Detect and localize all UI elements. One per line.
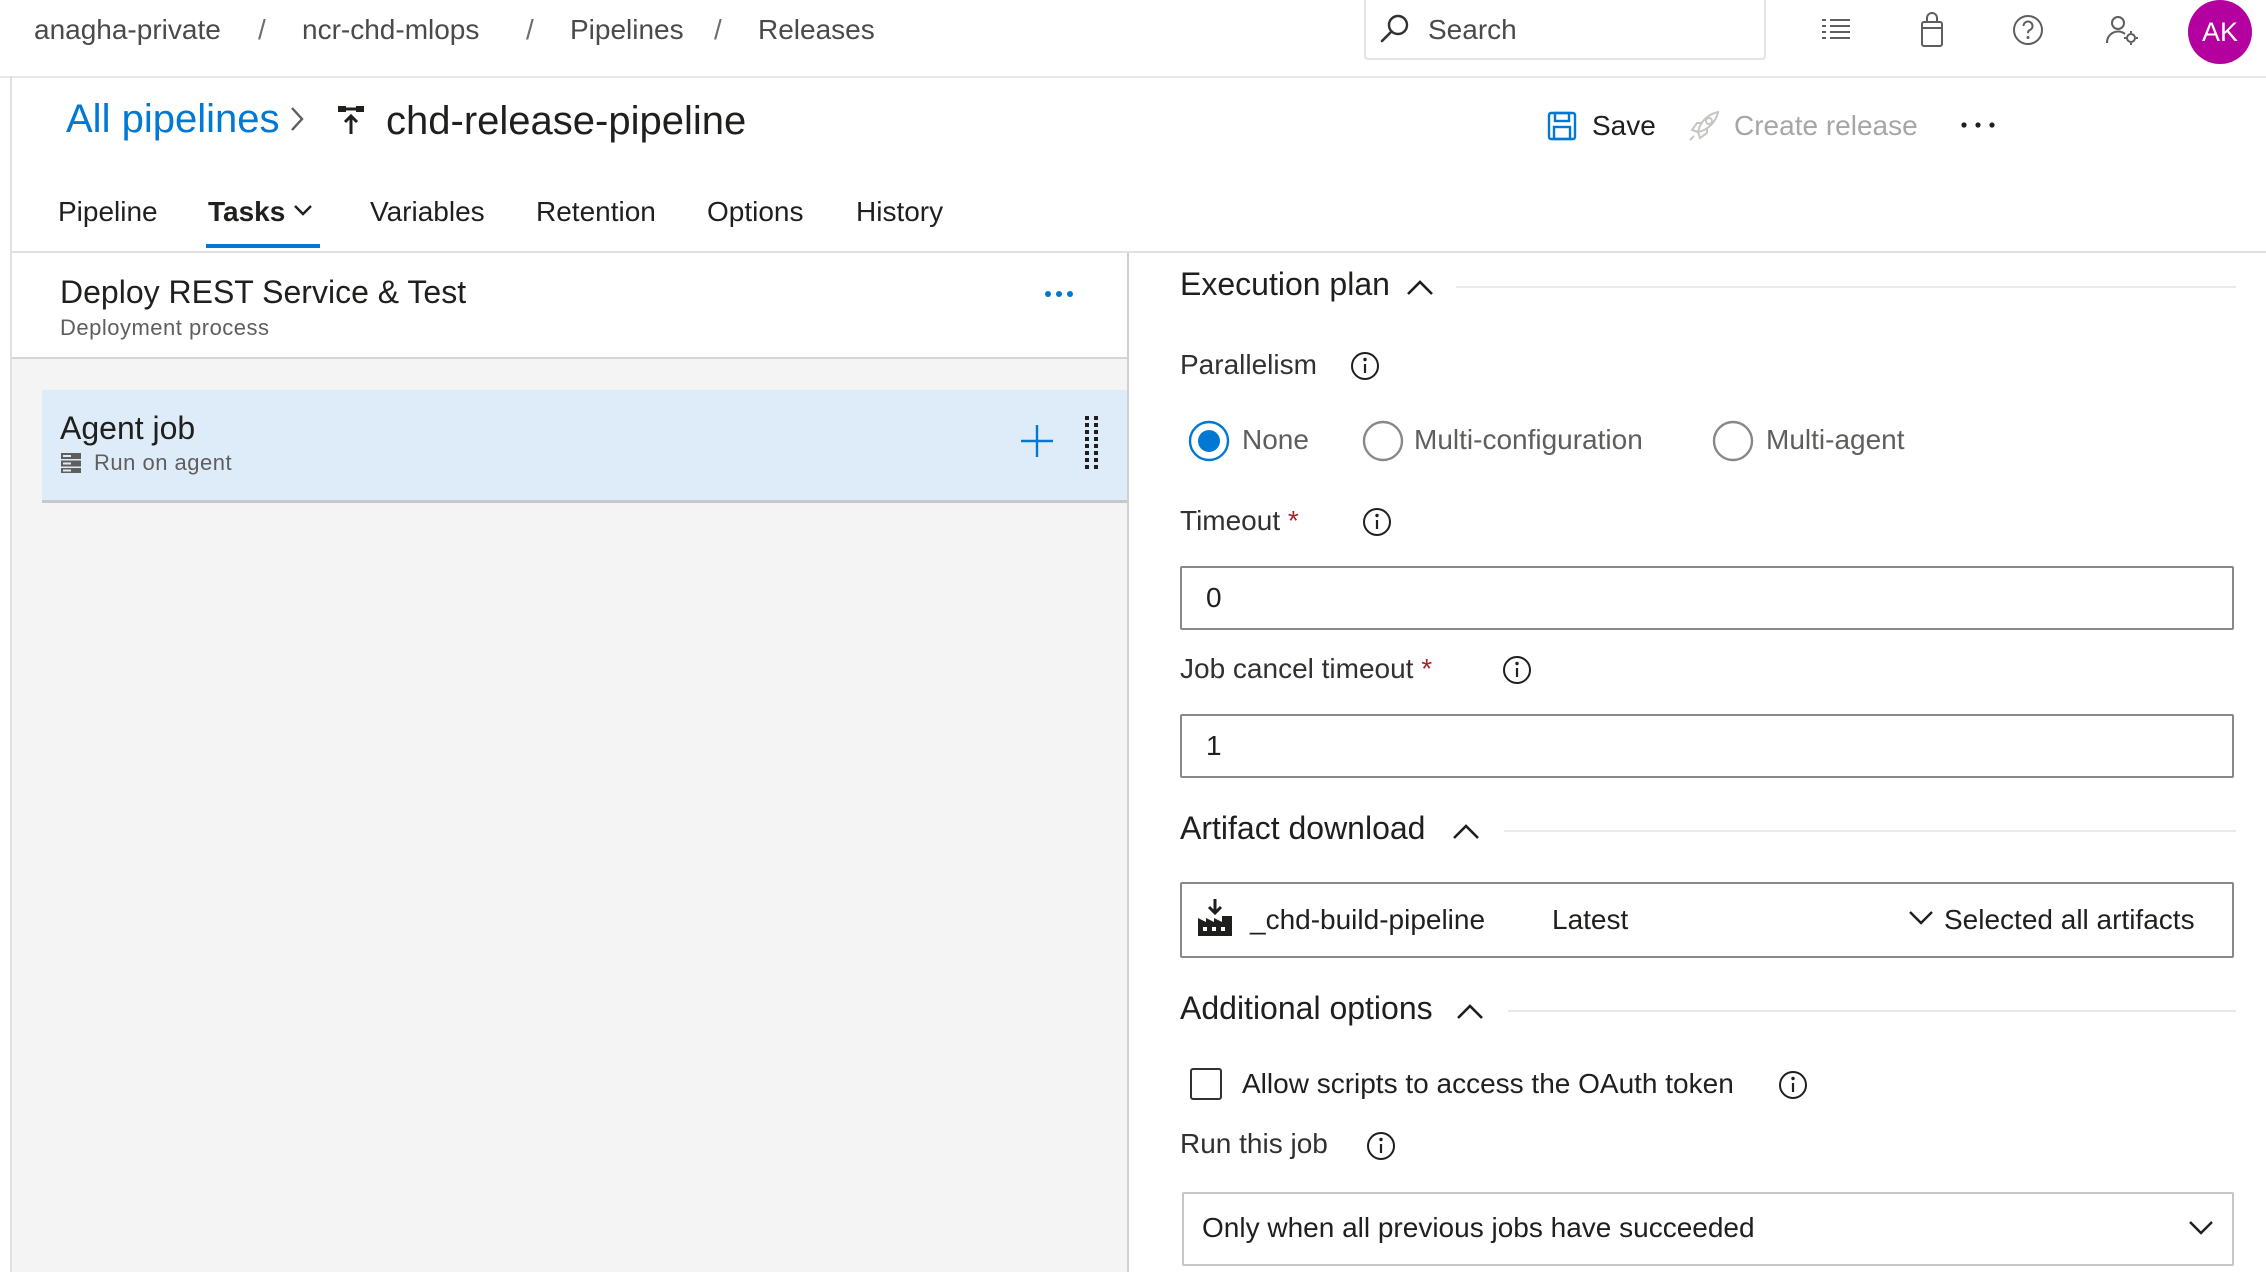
breadcrumb-separator: / (714, 14, 722, 45)
tab-pipeline[interactable]: Pipeline (58, 194, 158, 230)
cancel-timeout-label: Job cancel timeout * (1180, 651, 1432, 687)
more-actions-icon[interactable] (1958, 110, 1998, 140)
breadcrumb-separator: / (526, 14, 534, 45)
chevron-right-icon (286, 104, 308, 134)
rocket-icon (1686, 108, 1722, 144)
chevron-up-icon[interactable] (1406, 278, 1434, 296)
oauth-label[interactable]: Allow scripts to access the OAuth token (1242, 1066, 1734, 1102)
add-task-icon[interactable] (1020, 424, 1054, 458)
help-icon[interactable] (2010, 12, 2046, 48)
section-divider (1508, 1010, 2236, 1012)
job-subtitle: Run on agent (94, 450, 233, 475)
radio-multi-agent-label[interactable]: Multi-agent (1766, 422, 1905, 458)
execution-plan-title: Execution plan (1180, 266, 1390, 302)
section-divider (1504, 830, 2236, 832)
tab-tasks[interactable]: Tasks (208, 194, 285, 230)
work-items-icon[interactable] (1818, 12, 1854, 48)
stage-subtitle: Deployment process (60, 315, 270, 340)
artifact-download-title: Artifact download (1180, 810, 1426, 846)
oauth-checkbox[interactable] (1190, 1068, 1222, 1100)
tab-options[interactable]: Options (707, 194, 804, 230)
info-icon[interactable] (1350, 351, 1380, 381)
stage-title[interactable]: Deploy REST Service & Test (60, 272, 466, 312)
tab-history[interactable]: History (856, 194, 943, 230)
additional-options-title: Additional options (1180, 990, 1433, 1026)
stage-more-icon[interactable] (1044, 288, 1074, 300)
agent-job-card[interactable] (42, 390, 1127, 503)
user-avatar[interactable]: AK (2188, 0, 2252, 64)
drag-handle-icon[interactable] (1083, 416, 1101, 472)
breadcrumb-org[interactable]: anagha-private (34, 12, 221, 48)
build-artifact-icon (1196, 898, 1234, 938)
cancel-timeout-value[interactable]: 1 (1206, 728, 1222, 764)
release-pipeline-icon (336, 104, 366, 136)
radio-none[interactable] (1188, 420, 1230, 462)
info-icon[interactable] (1778, 1070, 1808, 1100)
job-title[interactable]: Agent job (60, 408, 195, 448)
required-marker: * (1287, 505, 1299, 536)
active-tab-indicator (206, 244, 320, 248)
parallelism-label: Parallelism (1180, 349, 1317, 380)
run-job-dropdown[interactable]: Only when all previous jobs have succeed… (1182, 1192, 2234, 1266)
breadcrumb-pipelines[interactable]: Pipelines (570, 12, 684, 48)
marketplace-bag-icon[interactable] (1914, 12, 1950, 48)
cancel-timeout-label-text: Job cancel timeout (1180, 653, 1414, 684)
radio-multi-agent[interactable] (1712, 420, 1754, 462)
save-icon[interactable] (1546, 110, 1578, 142)
required-marker: * (1421, 653, 1433, 684)
pipeline-title[interactable]: chd-release-pipeline (386, 96, 746, 146)
search-placeholder[interactable]: Search (1428, 12, 1517, 48)
radio-multi-configuration-label[interactable]: Multi-configuration (1414, 422, 1643, 458)
chevron-down-icon[interactable] (2188, 1220, 2214, 1236)
server-icon (60, 452, 82, 474)
artifact-name: _chd-build-pipeline (1250, 904, 1486, 935)
info-icon[interactable] (1362, 507, 1392, 537)
info-icon[interactable] (1502, 655, 1532, 685)
chevron-up-icon[interactable] (1456, 1002, 1484, 1020)
timeout-label: Timeout * (1180, 503, 1299, 539)
artifact-version: Latest (1552, 904, 1629, 935)
breadcrumb-project[interactable]: ncr-chd-mlops (302, 12, 479, 48)
create-release-button[interactable]: Create release (1734, 108, 1918, 144)
chevron-down-icon[interactable] (293, 204, 313, 218)
run-job-label: Run this job (1180, 1128, 1328, 1159)
radio-none-label[interactable]: None (1242, 422, 1309, 458)
timeout-input[interactable]: 0 (1180, 566, 2234, 630)
run-job-value[interactable]: Only when all previous jobs have succeed… (1202, 1210, 1755, 1246)
chevron-down-icon[interactable] (1908, 910, 1934, 926)
artifact-selection[interactable]: Selected all artifacts (1944, 902, 2195, 938)
breadcrumb-releases[interactable]: Releases (758, 12, 875, 48)
timeout-value[interactable]: 0 (1206, 580, 1222, 616)
radio-multi-configuration[interactable] (1362, 420, 1404, 462)
search-icon (1378, 12, 1412, 46)
tab-variables[interactable]: Variables (370, 194, 485, 230)
tab-retention[interactable]: Retention (536, 194, 656, 230)
search-box[interactable] (1364, 0, 1766, 60)
section-divider (1456, 286, 2236, 288)
info-icon[interactable] (1366, 1131, 1396, 1161)
chevron-up-icon[interactable] (1452, 822, 1480, 840)
all-pipelines-link[interactable]: All pipelines (66, 94, 279, 144)
user-settings-icon[interactable] (2104, 12, 2140, 48)
panel-divider[interactable] (1127, 253, 1129, 1272)
timeout-label-text: Timeout (1180, 505, 1281, 536)
breadcrumb-separator: / (258, 14, 266, 45)
save-button[interactable]: Save (1592, 108, 1656, 144)
cancel-timeout-input[interactable]: 1 (1180, 714, 2234, 778)
